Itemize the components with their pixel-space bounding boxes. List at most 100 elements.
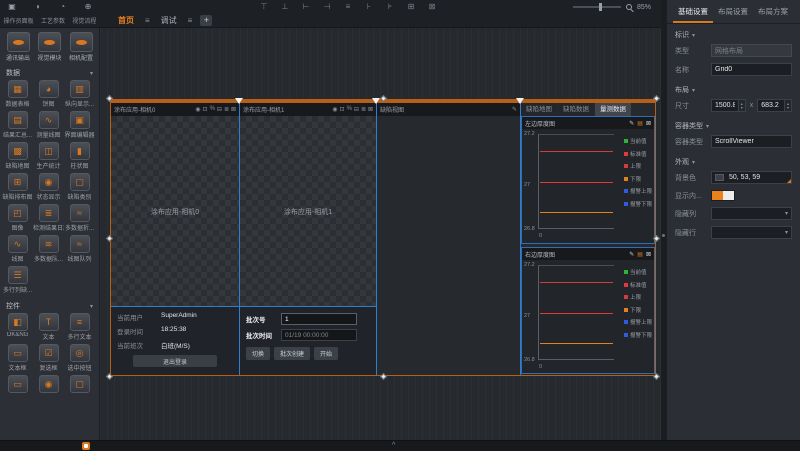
sidebar-widget-item[interactable]: ≡ 多行文本 (64, 313, 95, 341)
width-stepper[interactable]: ▴▾ (738, 99, 746, 112)
sidebar-widget-item[interactable]: ◰ 图像 (2, 204, 33, 232)
sidebar-widget-item[interactable]: ☰ 多行列缺... (2, 266, 33, 294)
logout-button[interactable]: 退出登录 (133, 355, 217, 367)
vision-flow-icon[interactable]: ◔ (55, 0, 71, 14)
sidebar-widget-item[interactable]: ⊞ 缺陷排布图 (2, 173, 33, 201)
zoom-percent-icon[interactable]: % (210, 106, 215, 113)
grid-splitter-vertical[interactable] (376, 103, 377, 375)
section-identity[interactable]: 标识 ▾ (667, 24, 800, 41)
edit-icon[interactable]: ✎ (629, 251, 634, 258)
eye-icon[interactable]: ◉ (195, 106, 200, 113)
notification-icon[interactable] (82, 442, 90, 450)
grid-splitter-vertical[interactable] (239, 103, 240, 375)
layout-icon[interactable]: ≣ (361, 106, 366, 113)
background-color-picker[interactable]: 50, 53, 59 (711, 171, 792, 184)
sidebar-widget-item[interactable]: ☑ 复选框 (33, 344, 64, 372)
grid-splitter-vertical[interactable] (520, 103, 521, 375)
panel-camera1[interactable]: 涂布应用-相机1 ◉⊡%⊟≣⊠ 涂布应用-相机1 (240, 103, 376, 306)
sidebar-widget-item[interactable]: ▢ (64, 375, 95, 394)
chart-left-thickness[interactable]: 左边厚度图 ✎ ▤ ⊠ 27.2 27 26.8 0 (521, 116, 655, 244)
align-right-icon[interactable]: ⊣ (319, 0, 335, 14)
sidebar-widget-item[interactable]: ≈ 线图队列 (64, 235, 95, 263)
sidebar-widget-item[interactable]: ▭ (2, 375, 33, 394)
section-appearance[interactable]: 外观 ▾ (667, 151, 800, 168)
resize-handle[interactable] (653, 373, 660, 380)
tab-layout-settings[interactable]: 布局设置 (713, 4, 753, 23)
sidebar-widget-item[interactable]: ∿ 测量线图 (33, 111, 64, 139)
sidebar-widget-item[interactable]: ∿ 线图 (2, 235, 33, 263)
align-top-icon[interactable]: ⊤ (256, 0, 272, 14)
sidebar-widget-item[interactable]: ≋ 多数据队... (33, 235, 64, 263)
process-params-icon[interactable]: ◑ (29, 0, 45, 14)
distribute-vertical-icon[interactable]: ⊧ (382, 0, 398, 14)
export-icon[interactable]: ▤ (637, 251, 643, 258)
selected-grid[interactable]: 涂布应用-相机0 ◉⊡%⊟≣⊠ 涂布应用-相机0 涂布应用-相机1 ◉⊡%⊟≣⊠ (110, 99, 656, 376)
delete-icon[interactable]: ⊠ (424, 0, 440, 14)
layout-icon[interactable]: ≣ (224, 106, 229, 113)
sidebar-widget-item[interactable]: ◫ 生产统计 (33, 142, 64, 170)
tab-defect-map[interactable]: 缺陷地图 (521, 103, 557, 116)
add-tab-button[interactable]: + (200, 15, 212, 26)
sidebar-quick-item[interactable]: 相机配置 (66, 32, 96, 62)
sidebar-widget-item[interactable]: ◧ OK&NG (2, 313, 33, 341)
chart-right-thickness[interactable]: 右边厚度图 ✎ ▤ ⊠ 27.2 27 26.8 0 (521, 247, 655, 374)
lock-icon[interactable]: ⊟ (354, 106, 359, 113)
height-stepper[interactable]: ▴▾ (784, 99, 792, 112)
batch-button[interactable]: 批次创建 (274, 347, 310, 360)
edit-icon[interactable]: ✎ (512, 106, 517, 113)
tab-home[interactable]: 首页 (112, 14, 140, 27)
operator-panel-icon[interactable]: ▣ (4, 0, 20, 14)
panel-camera0[interactable]: 涂布应用-相机0 ◉⊡%⊟≣⊠ 涂布应用-相机0 (111, 103, 239, 306)
sidebar-widget-item[interactable]: ≈ 多数据折... (64, 204, 95, 232)
edit-icon[interactable]: ✎ (629, 120, 634, 127)
design-canvas[interactable]: 涂布应用-相机0 ◉⊡%⊟≣⊠ 涂布应用-相机0 涂布应用-相机1 ◉⊡%⊟≣⊠ (100, 28, 661, 440)
sidebar-quick-item[interactable]: 视觉模块 (35, 32, 65, 62)
sidebar-quick-item[interactable]: 通讯输出 (3, 32, 33, 62)
resize-handle[interactable] (106, 95, 113, 102)
sidebar-widget-item[interactable]: ◉ 状态显示 (33, 173, 64, 201)
sidebar-widget-item[interactable]: ▮ 柱状图 (64, 142, 95, 170)
tab-menu-icon[interactable]: ≡ (188, 16, 193, 25)
sidebar-widget-item[interactable]: ▩ 缺陷地图 (2, 142, 33, 170)
batch-no-input[interactable] (281, 313, 357, 325)
same-size-icon[interactable]: ⊞ (403, 0, 419, 14)
column-marker[interactable] (372, 98, 380, 104)
type-input[interactable] (711, 44, 792, 57)
sidebar-widget-item[interactable]: ▭ 文本框 (2, 344, 33, 372)
column-marker[interactable] (235, 98, 243, 104)
zoom-percent-icon[interactable]: % (347, 106, 352, 113)
tab-layout-scheme[interactable]: 布局方案 (753, 4, 793, 23)
name-input[interactable] (711, 63, 792, 76)
align-left-icon[interactable]: ⊢ (298, 0, 314, 14)
delete-icon[interactable]: ⊠ (368, 106, 373, 113)
section-container[interactable]: 容器类型 ▾ (667, 115, 800, 132)
sidebar-widget-item[interactable]: ▤ 结果汇总... (2, 111, 33, 139)
tab-debug[interactable]: 调试 (155, 14, 183, 27)
sidebar-widget-item[interactable]: ▥ 纵向显示... (64, 80, 95, 108)
lock-icon[interactable]: ⊟ (217, 106, 222, 113)
sidebar-widget-item[interactable]: ◕ 饼图 (33, 80, 64, 108)
grid-splitter-horizontal[interactable] (111, 306, 377, 307)
zoom-slider-handle[interactable] (599, 3, 602, 11)
container-type-input[interactable] (711, 135, 792, 148)
system-settings-icon[interactable]: ⊕ (80, 0, 96, 14)
batch-time-input[interactable] (281, 329, 357, 341)
sidebar-widget-item[interactable]: T 文本 (33, 313, 64, 341)
eye-icon[interactable]: ◉ (332, 106, 337, 113)
sidebar-widget-item[interactable]: ◎ 选中按钮 (64, 344, 95, 372)
sidebar-widget-item[interactable]: ≣ 检测结果日志 (33, 204, 64, 232)
delete-icon[interactable]: ⊠ (646, 251, 651, 258)
panel-defect-view[interactable]: 缺陷视图 ✎ (377, 103, 520, 375)
sidebar-widget-item[interactable]: ▣ 界面编辑器 (64, 111, 95, 139)
fit-view-icon[interactable]: ⊡ (340, 106, 345, 113)
tab-measure-data[interactable]: 量测数据 (595, 103, 631, 116)
sidebar-widget-item[interactable]: ▢ 缺陷类别 (64, 173, 95, 201)
column-marker[interactable] (516, 98, 524, 104)
hidden-rows-select[interactable]: ▾ (711, 226, 792, 239)
distribute-horizontal-icon[interactable]: ⊦ (361, 0, 377, 14)
tab-basic-settings[interactable]: 基础设置 (673, 4, 713, 23)
export-icon[interactable]: ▤ (637, 120, 643, 127)
width-input[interactable] (711, 99, 738, 112)
section-header-data[interactable]: 数据 ▾ (0, 64, 99, 80)
batch-button[interactable]: 开始 (314, 347, 338, 360)
